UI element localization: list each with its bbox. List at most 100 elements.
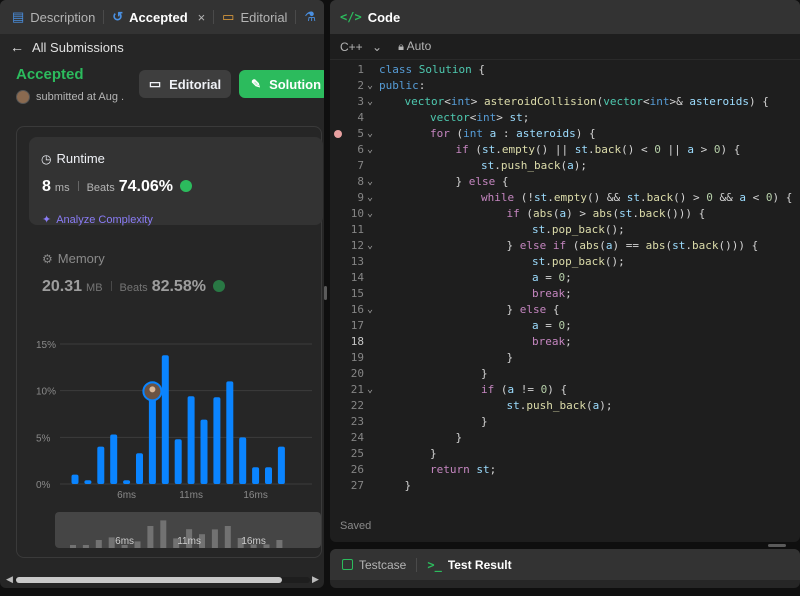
code-line[interactable]: 20} [330, 366, 800, 382]
code-text: while (!st.empty() && st.back() > 0 && a… [481, 191, 793, 204]
code-line[interactable]: 2 ⌄ public: [330, 78, 800, 94]
chart-bar[interactable] [187, 396, 195, 484]
all-submissions-link[interactable]: ← All Submissions [0, 34, 324, 60]
code-text: } [404, 479, 412, 492]
line-number: 18 [350, 335, 364, 348]
tab-description[interactable]: ▤ Description [12, 9, 103, 25]
code-line[interactable]: 8 ⌄} else { [330, 174, 800, 190]
chart-bar[interactable] [252, 467, 260, 484]
language-select[interactable]: C++ ⌄ [340, 40, 382, 54]
code-line[interactable]: 9 ⌄ while (!st.empty() && st.back() > 0 &&… [330, 190, 800, 206]
chart-bar[interactable] [161, 355, 169, 484]
code-text: st.pop_back(); [532, 223, 625, 236]
tab-solutions[interactable]: ⚗ [304, 9, 324, 25]
scrollbar-thumb[interactable] [16, 577, 282, 583]
code-text: if (abs(a) > abs(st.back())) { [506, 207, 706, 220]
chart-bar[interactable] [277, 446, 285, 484]
code-line[interactable]: 19} [330, 350, 800, 366]
tab-test-result[interactable]: >_ Test Result [427, 558, 511, 572]
tab-divider [213, 10, 215, 24]
mini-range-chart[interactable]: 6ms 11ms 16ms [55, 512, 321, 548]
code-line[interactable]: 10 ⌄ if (abs(a) > abs(st.back())) { [330, 206, 800, 222]
panel-resize-handle[interactable] [768, 544, 786, 547]
code-line[interactable]: 15 break; [330, 286, 800, 302]
fold-chevron-icon[interactable]: ⌄ [367, 206, 373, 222]
code-text: st.push_back(a); [506, 399, 613, 412]
tab-accepted[interactable]: ↺ Accepted × [112, 9, 213, 25]
code-line[interactable]: 17 a = 0; [330, 318, 800, 334]
code-line[interactable]: 12 ⌄} else if (abs(a) == abs(st.back())) … [330, 238, 800, 254]
code-line[interactable]: 13 st.pop_back(); [330, 254, 800, 270]
chart-bar[interactable] [226, 381, 234, 484]
code-line[interactable]: 5 ⌄ for (int a : asteroids) { [330, 126, 800, 142]
runtime-box[interactable]: ◷ Runtime 8 ms Beats 74.06% ✦ Analyze Co… [29, 137, 323, 227]
line-number: 10 [350, 207, 364, 220]
chart-bar[interactable] [84, 480, 92, 484]
fold-chevron-icon[interactable]: ⌄ [367, 126, 373, 142]
chart-bar[interactable] [71, 474, 79, 484]
tab-testcase[interactable]: Testcase [342, 558, 406, 572]
fold-chevron-icon[interactable]: ⌄ [367, 238, 373, 254]
submitted-text: submitted at Aug . [36, 91, 125, 103]
chart-bar[interactable] [97, 446, 105, 484]
code-line[interactable]: 14 a = 0; [330, 270, 800, 286]
code-text: } [506, 351, 514, 364]
line-number: 26 [350, 463, 364, 476]
avatar[interactable] [16, 90, 30, 104]
close-icon[interactable]: × [198, 10, 206, 25]
runtime-distribution-chart[interactable]: 15% 10% 5% 0% 6ms 11ms 16ms [16, 330, 316, 510]
sparkle-icon: ✦ [42, 214, 52, 226]
chart-bar[interactable] [136, 453, 143, 484]
memory-title[interactable]: ⚙ Memory [42, 251, 105, 266]
fold-chevron-icon[interactable]: ⌄ [367, 174, 373, 190]
analyze-complexity-link[interactable]: ✦ Analyze Complexity [42, 213, 153, 227]
line-number: 1 [357, 63, 364, 76]
panel-resize-handle[interactable] [324, 286, 327, 300]
fold-chevron-icon[interactable]: ⌄ [367, 94, 373, 110]
code-line[interactable]: 25} [330, 446, 800, 462]
horizontal-scrollbar[interactable]: ◀ ▶ [6, 574, 319, 585]
tab-label: Editorial [240, 9, 288, 25]
code-line[interactable]: 4 vector<int> st; [330, 110, 800, 126]
scroll-right-icon[interactable]: ▶ [312, 574, 319, 585]
chart-bar[interactable] [239, 437, 247, 484]
code-text: class Solution { [379, 63, 485, 76]
code-line[interactable]: 23} [330, 414, 800, 430]
fold-chevron-icon[interactable]: ⌄ [367, 142, 373, 158]
code-line[interactable]: 24} [330, 430, 800, 446]
chart-bar[interactable] [110, 434, 118, 484]
fold-chevron-icon[interactable]: ⌄ [367, 190, 373, 206]
chart-bar[interactable] [174, 439, 182, 484]
test-result-label: Test Result [447, 557, 512, 572]
y-tick-label: 5% [36, 433, 51, 444]
code-line[interactable]: 6 ⌄ if (st.empty() || st.back() < 0 || a >… [330, 142, 800, 158]
solution-button[interactable]: ✎ Solution [239, 70, 324, 98]
code-line[interactable]: 16 ⌄} else { [330, 302, 800, 318]
breakpoint-icon[interactable] [334, 130, 342, 138]
chart-bar[interactable] [265, 467, 272, 484]
chart-bar[interactable] [213, 397, 221, 484]
code-line[interactable]: 7 st.push_back(a); [330, 158, 800, 174]
auto-mode[interactable]: 🔒︎ Auto [398, 39, 431, 54]
fold-chevron-icon[interactable]: ⌄ [367, 302, 373, 318]
code-line[interactable]: 3 ⌄ vector<int> asteroidCollision(vector<i… [330, 94, 800, 110]
code-line[interactable]: 1 class Solution { [330, 62, 800, 78]
code-icon: </> [340, 10, 362, 24]
fold-chevron-icon[interactable]: ⌄ [367, 78, 373, 94]
code-line[interactable]: 27} [330, 478, 800, 494]
code-line[interactable]: 11 st.pop_back(); [330, 222, 800, 238]
code-editor[interactable]: 1 class Solution { 2 ⌄ public: 3 ⌄ vector<int> … [330, 62, 800, 502]
chart-bar[interactable] [123, 480, 131, 484]
code-line[interactable]: 21 ⌄ if (a != 0) { [330, 382, 800, 398]
chart-bar[interactable] [200, 419, 208, 484]
code-line[interactable]: 18 break; [330, 334, 800, 350]
scroll-left-icon[interactable]: ◀ [6, 574, 13, 585]
memory-values: 20.31 MB Beats 82.58% [42, 278, 225, 296]
editorial-button[interactable]: ▭ Editorial [139, 70, 231, 98]
fold-chevron-icon[interactable]: ⌄ [367, 382, 373, 398]
code-line[interactable]: 26 return st; [330, 462, 800, 478]
tab-editorial[interactable]: ▭ Editorial [222, 9, 295, 25]
code-line[interactable]: 22 st.push_back(a); [330, 398, 800, 414]
code-text: st.push_back(a); [481, 159, 587, 172]
memory-label: Memory [57, 251, 105, 266]
